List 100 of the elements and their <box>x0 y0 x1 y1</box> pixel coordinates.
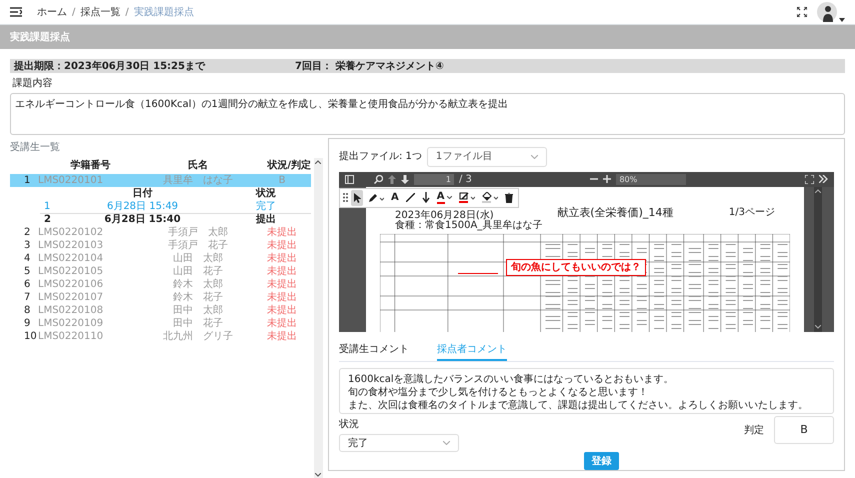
page-title: 実践課題採点 <box>10 30 70 44</box>
scroll-down-icon[interactable] <box>315 473 321 477</box>
student-row[interactable]: 6 LMS0220106 鈴木 太郎 未提出 <box>10 278 311 290</box>
arrow-down-tool[interactable] <box>420 190 432 206</box>
breadcrumb-link[interactable]: 採点一覧 <box>80 4 120 20</box>
student-name: 田中 花子 <box>173 318 223 328</box>
student-id: LMS0220110 <box>38 330 104 342</box>
row-number: 1 <box>24 174 30 186</box>
submission-row[interactable]: 2 6月28日 15:40 提出 <box>40 212 311 226</box>
row-number: 8 <box>24 304 30 316</box>
status-text: 未提出 <box>267 278 297 290</box>
arrow-down-icon[interactable] <box>401 174 409 184</box>
cursor-icon <box>353 192 361 202</box>
comment-field[interactable]: 1600kcalを意識したバランスのいい食事にはなっているとおもいます。 旬の食材や塩分まで少し気を付けるともっとよくなると思います！ また、次回は食種名のタイトルまで意識して、課題は提出してください。よろしくお願いいたします。 <box>339 368 834 414</box>
student-name: 北九州 グリ子 <box>163 330 233 342</box>
document-date: 2023年06月28日(水) <box>395 210 494 220</box>
avatar-icon[interactable] <box>816 2 836 22</box>
arrow-up-icon[interactable] <box>388 174 396 184</box>
student-name: 鈴木 花子 <box>173 292 223 302</box>
zoom-in-icon[interactable] <box>603 175 612 183</box>
highlight-icon <box>459 192 475 203</box>
student-id: LMS0220105 <box>38 266 104 276</box>
student-id: LMS0220101 <box>38 174 104 186</box>
student-id: LMS0220103 <box>38 240 104 250</box>
file-select[interactable]: 1ファイル目 <box>426 146 547 166</box>
submission-date: 6月28日 15:40 <box>104 214 181 225</box>
student-row[interactable]: 4 LMS0220104 山田 太郎 未提出 <box>10 252 311 264</box>
status-text: 未提出 <box>267 330 297 342</box>
row-number: 5 <box>24 266 30 276</box>
assignment-content-field[interactable]: エネルギーコントロール食（1600Kcal）の1週間分の献立を作成し、栄養量と使用食品が分かる献立表を提出 <box>10 93 845 135</box>
student-name: 手須戸 花子 <box>168 240 228 250</box>
page-number-field[interactable]: 1 <box>414 174 454 184</box>
underline-mark <box>458 272 498 274</box>
student-id: LMS0220109 <box>38 318 104 328</box>
text-tool[interactable]: A <box>389 190 401 206</box>
double-chevron-icon[interactable] <box>818 175 828 183</box>
paint-bucket-tool[interactable] <box>480 190 500 206</box>
grip-icon[interactable] <box>343 193 348 202</box>
trash-icon <box>505 192 513 202</box>
student-name: 田中 太郎 <box>173 304 223 316</box>
sidebar-icon[interactable] <box>345 174 354 184</box>
row-number: 3 <box>24 240 30 250</box>
column-header: 日付 <box>132 188 152 198</box>
fullscreen-icon[interactable] <box>796 7 806 17</box>
session-title: 7回目： 栄養ケアマネジメント④ <box>294 60 444 74</box>
scrollbar[interactable] <box>814 186 822 332</box>
student-row[interactable]: 2 LMS0220102 手須戸 太郎 未提出 <box>10 226 311 238</box>
status-text: 未提出 <box>267 292 297 302</box>
search-icon[interactable] <box>374 174 383 184</box>
status-text: 未提出 <box>267 240 297 250</box>
scroll-up-icon[interactable] <box>315 160 321 164</box>
student-row[interactable]: 5 LMS0220105 山田 花子 未提出 <box>10 264 311 278</box>
menu-icon[interactable] <box>10 7 22 17</box>
student-name: 手須戸 太郎 <box>168 226 228 238</box>
student-row[interactable]: 10 LMS0220110 北九州 グリ子 未提出 <box>10 330 311 342</box>
student-row[interactable]: 7 LMS0220107 鈴木 花子 未提出 <box>10 290 311 304</box>
scroll-up-icon[interactable] <box>815 189 821 193</box>
scrollbar[interactable] <box>314 158 322 478</box>
student-row[interactable]: 1 LMS0220101 具里牟 はな子 B <box>10 174 311 186</box>
scroll-down-icon[interactable] <box>815 325 821 329</box>
row-number: 2 <box>24 226 30 238</box>
section-label: 受講生一覧 <box>10 140 61 155</box>
zoom-select[interactable]: 80% <box>616 174 686 184</box>
chevron-down-icon <box>530 154 538 158</box>
status-text: B <box>278 174 286 186</box>
student-row[interactable]: 8 LMS0220108 田中 太郎 未提出 <box>10 304 311 316</box>
deadline-text: 提出期限：2023年06月30日 15:25まで <box>14 60 205 74</box>
line-icon <box>406 193 415 202</box>
paint-bucket-icon <box>482 192 498 203</box>
text-color-tool[interactable]: A <box>434 190 454 206</box>
status-select[interactable]: 完了 <box>339 434 459 452</box>
field-label: 状況 <box>339 418 360 432</box>
student-row[interactable]: 9 LMS0220109 田中 花子 未提出 <box>10 316 311 330</box>
submission-date: 6月28日 15:49 <box>106 200 178 212</box>
comment-line: 1600kcalを意識したバランスのいい食事にはなっているとおもいます。 <box>348 372 675 386</box>
student-name: 山田 太郎 <box>173 252 223 264</box>
field-label: 課題内容 <box>12 76 54 90</box>
comment-tab[interactable]: 受講生コメント <box>339 340 409 360</box>
page-label: 1/3ページ <box>728 206 775 220</box>
status-text: 未提出 <box>267 252 297 264</box>
student-id: LMS0220107 <box>38 292 104 302</box>
row-number: 10 <box>24 330 37 342</box>
student-id: LMS0220102 <box>38 226 104 238</box>
page-total: / 3 <box>459 172 472 186</box>
row-number: 7 <box>24 292 30 302</box>
arrow-down-icon <box>422 192 430 203</box>
document-title: 献立表(全栄養価)_14種 <box>557 204 674 221</box>
highlight-tool[interactable] <box>457 190 477 206</box>
column-header: 学籍番号 <box>70 160 110 171</box>
row-number: 9 <box>24 318 30 328</box>
document-subtitle: 食種：常食1500A_具里牟はな子 <box>395 220 542 230</box>
student-row[interactable]: 3 LMS0220103 手須戸 花子 未提出 <box>10 238 311 252</box>
row-number: 2 <box>44 214 51 225</box>
breadcrumb-link[interactable]: ホーム <box>37 4 67 20</box>
grade-field[interactable]: B <box>774 416 834 444</box>
comment-line: また、次回は食種名のタイトルまで意識して、課題は提出してください。よろしくお願いいたします。 <box>348 398 809 412</box>
breadcrumb-separator: / <box>72 6 76 20</box>
cursor-tool[interactable] <box>351 190 363 206</box>
caret-icon[interactable] <box>839 18 845 22</box>
annotation-note[interactable]: 旬の魚にしてもいいのでは？ <box>506 258 646 276</box>
